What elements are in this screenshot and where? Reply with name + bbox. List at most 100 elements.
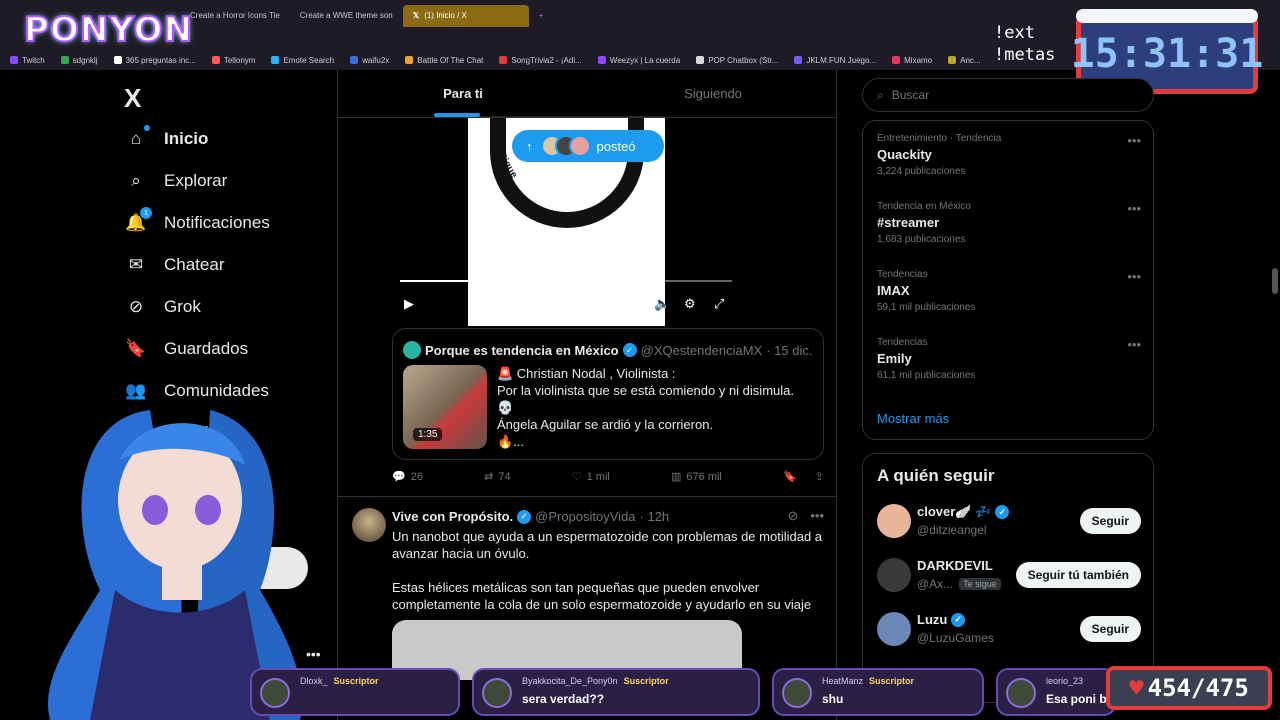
grok-icon: ⊘ — [128, 297, 144, 316]
search-input[interactable]: ⌕ Buscar — [862, 78, 1154, 112]
user-name[interactable]: DARKDEVIL — [917, 558, 993, 573]
bookmark-favicon-icon — [499, 56, 508, 64]
follow-suggestion[interactable]: Luzu ✓ @LuzuGames Seguir — [877, 610, 1141, 650]
more-icon[interactable]: ••• — [1127, 201, 1141, 216]
bookmark-item[interactable]: waifu2x — [350, 56, 389, 65]
bookmark-item[interactable]: Twitch — [10, 56, 45, 65]
avatar[interactable] — [877, 504, 911, 538]
follow-button[interactable]: Seguir tú también — [1015, 562, 1141, 588]
bookmark-item[interactable]: 365 preguntas inc... — [113, 56, 196, 65]
chat-user-row: Dloxk_ Suscriptor — [300, 676, 379, 686]
bookmark-item[interactable]: POP Chatbox (Str... — [696, 56, 778, 65]
bookmark-favicon-icon — [405, 56, 414, 64]
author-handle[interactable]: @PropositoyVida — [535, 509, 635, 524]
avatar[interactable] — [352, 508, 386, 542]
bookmark-item[interactable]: SongTrivia2 - ¡Adi... — [499, 55, 582, 65]
more-icon[interactable]: ••• — [1127, 337, 1141, 352]
nav-item-chatear[interactable]: ✉ Chatear — [112, 244, 332, 286]
posteo-label: posteó — [596, 138, 636, 154]
subscriber-badge: Suscriptor — [623, 676, 669, 686]
page-scrollbar[interactable] — [1272, 268, 1278, 294]
volume-icon[interactable]: 🔈 — [654, 296, 670, 312]
tweet-header-icons: ⊘ ••• — [787, 508, 824, 524]
new-tab-button[interactable]: + — [529, 5, 554, 27]
bookmark-item[interactable]: Battle Of The Chat — [405, 56, 483, 65]
tab-para-ti[interactable]: Para ti — [338, 70, 588, 117]
nav-item-explorar[interactable]: ⌕ Explorar — [112, 160, 332, 202]
bookmark-item[interactable]: Mixamo — [892, 56, 932, 65]
bookmark-favicon-icon — [597, 56, 606, 64]
chat-username: Byakkocita_De_Pony0n — [522, 676, 618, 686]
author-name[interactable]: Vive con Propósito. — [392, 509, 513, 524]
chat-text: sera verdad?? — [522, 692, 605, 706]
search-placeholder: Buscar — [891, 88, 930, 102]
bookmark-item[interactable]: Anc... — [948, 56, 981, 65]
browser-tab-2[interactable]: Create a WWE theme son — [290, 5, 403, 27]
more-icon[interactable]: ••• — [1127, 133, 1141, 148]
user-handle: @ditzieangel — [917, 523, 987, 537]
avatar[interactable] — [877, 612, 911, 646]
reply-button[interactable]: 💬 26 — [392, 470, 423, 484]
bookmark-icon[interactable]: 🔖 — [783, 470, 797, 483]
show-more-link[interactable]: Mostrar más — [877, 411, 949, 426]
subscriber-badge: Suscriptor — [333, 676, 379, 686]
bookmark-label: SongTrivia2 - ¡Adi... — [511, 55, 582, 65]
trend-item[interactable]: Tendencia en México #streamer 1,683 public… — [877, 201, 1141, 245]
follow-suggestion[interactable]: clover🪽 💤 ✓ @ditzieangel Seguir — [877, 502, 1141, 542]
feed-tabs: Para ti Siguiendo — [338, 70, 836, 118]
new-posts-pill[interactable]: ↑ posteó — [512, 130, 664, 162]
trend-item[interactable]: Tendencias IMAX 59,1 mil publicaciones ••• — [877, 269, 1141, 313]
bookmark-item[interactable]: JKLM.FUN Juego... — [794, 56, 876, 65]
user-name[interactable]: clover🪽 💤 — [917, 504, 991, 520]
tab-label: Create a WWE theme son — [299, 11, 393, 20]
trend-category: Tendencias — [877, 269, 928, 280]
quote-header: Porque es tendencia en México ✓ @XQesten… — [403, 341, 812, 359]
bookmark-item[interactable]: Tellonym — [211, 55, 256, 65]
fullscreen-icon[interactable]: ⤢ — [714, 296, 724, 312]
more-icon[interactable]: ••• — [1127, 269, 1141, 284]
grok-icon[interactable]: ⊘ — [787, 508, 798, 524]
follow-button[interactable]: Seguir — [1079, 508, 1141, 534]
settings-icon[interactable]: ⚙ — [684, 296, 696, 312]
tab-siguiendo[interactable]: Siguiendo — [588, 70, 836, 117]
bookmark-item[interactable]: Emote Search — [271, 56, 334, 65]
more-icon[interactable]: ••• — [810, 508, 824, 524]
like-count: 1 mil — [586, 470, 610, 483]
share-icon[interactable]: ⇪ — [815, 470, 824, 483]
follow-button[interactable]: Seguir — [1079, 616, 1141, 642]
like-button[interactable]: ♡ 1 mil — [572, 470, 610, 484]
nav-item-guardados[interactable]: 🔖 Guardados — [112, 328, 332, 370]
quote-handle[interactable]: @XQestendenciaMX — [641, 343, 763, 358]
quote-thumbnail[interactable]: 1:35 — [403, 365, 487, 449]
repost-button[interactable]: ⇄ 74 — [484, 470, 510, 484]
stream-commands: !ext !metas — [994, 22, 1055, 66]
x-logo[interactable]: X — [112, 78, 332, 118]
quote-author-name[interactable]: Porque es tendencia en México — [425, 343, 619, 358]
quote-date: · 15 dic. — [766, 342, 813, 358]
bookmark-item[interactable]: Weezyx | La cuerda — [597, 56, 680, 65]
bookmark-label: Emote Search — [283, 55, 335, 65]
video-progress-bar[interactable] — [400, 280, 732, 282]
tweet-paragraph: Estas hélices metálicas son tan pequeñas… — [392, 580, 812, 612]
user-name[interactable]: Luzu — [917, 612, 947, 627]
follow-suggestion[interactable]: DARKDEVIL @Ax... Te sigue Seguir tú también — [877, 556, 1141, 596]
avatar[interactable] — [877, 558, 911, 592]
quote-text: 🚨 Christian Nodal , Violinista : Por la … — [497, 365, 817, 450]
chat-avatar — [482, 678, 512, 708]
trend-item[interactable]: Entretenimiento · Tendencia Quackity 3,224… — [877, 133, 1141, 177]
nav-item-inicio[interactable]: ⌂ Inicio — [112, 118, 332, 160]
browser-tab-1[interactable]: Create a Horror Icons Tie — [180, 5, 290, 27]
trend-item[interactable]: Tendencias Emily 61,1 mil publicaciones ••• — [877, 337, 1141, 381]
nav-item-grok[interactable]: ⊘ Grok — [112, 286, 332, 328]
trend-avatar-icon — [403, 341, 421, 359]
views-button[interactable]: ▥ 676 mil — [671, 470, 722, 484]
browser-tab-active[interactable]: 𝕏 (1) Inicio / X — [402, 4, 529, 27]
command-ext: !ext — [994, 23, 1035, 43]
quoted-tweet[interactable]: Porque es tendencia en México ✓ @XQesten… — [392, 328, 824, 460]
bookmark-label: Tellonym — [223, 55, 256, 65]
nav-item-notificaciones[interactable]: 🔔 1 Notificaciones — [112, 202, 332, 244]
quote-line: 🚨 Christian Nodal , Violinista : — [497, 366, 676, 381]
who-to-follow-panel: A quién seguir clover🪽 💤 ✓ @ditzieangel Seg… — [862, 453, 1154, 703]
play-icon[interactable]: ▶ — [404, 296, 414, 312]
bookmark-item[interactable]: sdgnklj — [60, 56, 98, 65]
